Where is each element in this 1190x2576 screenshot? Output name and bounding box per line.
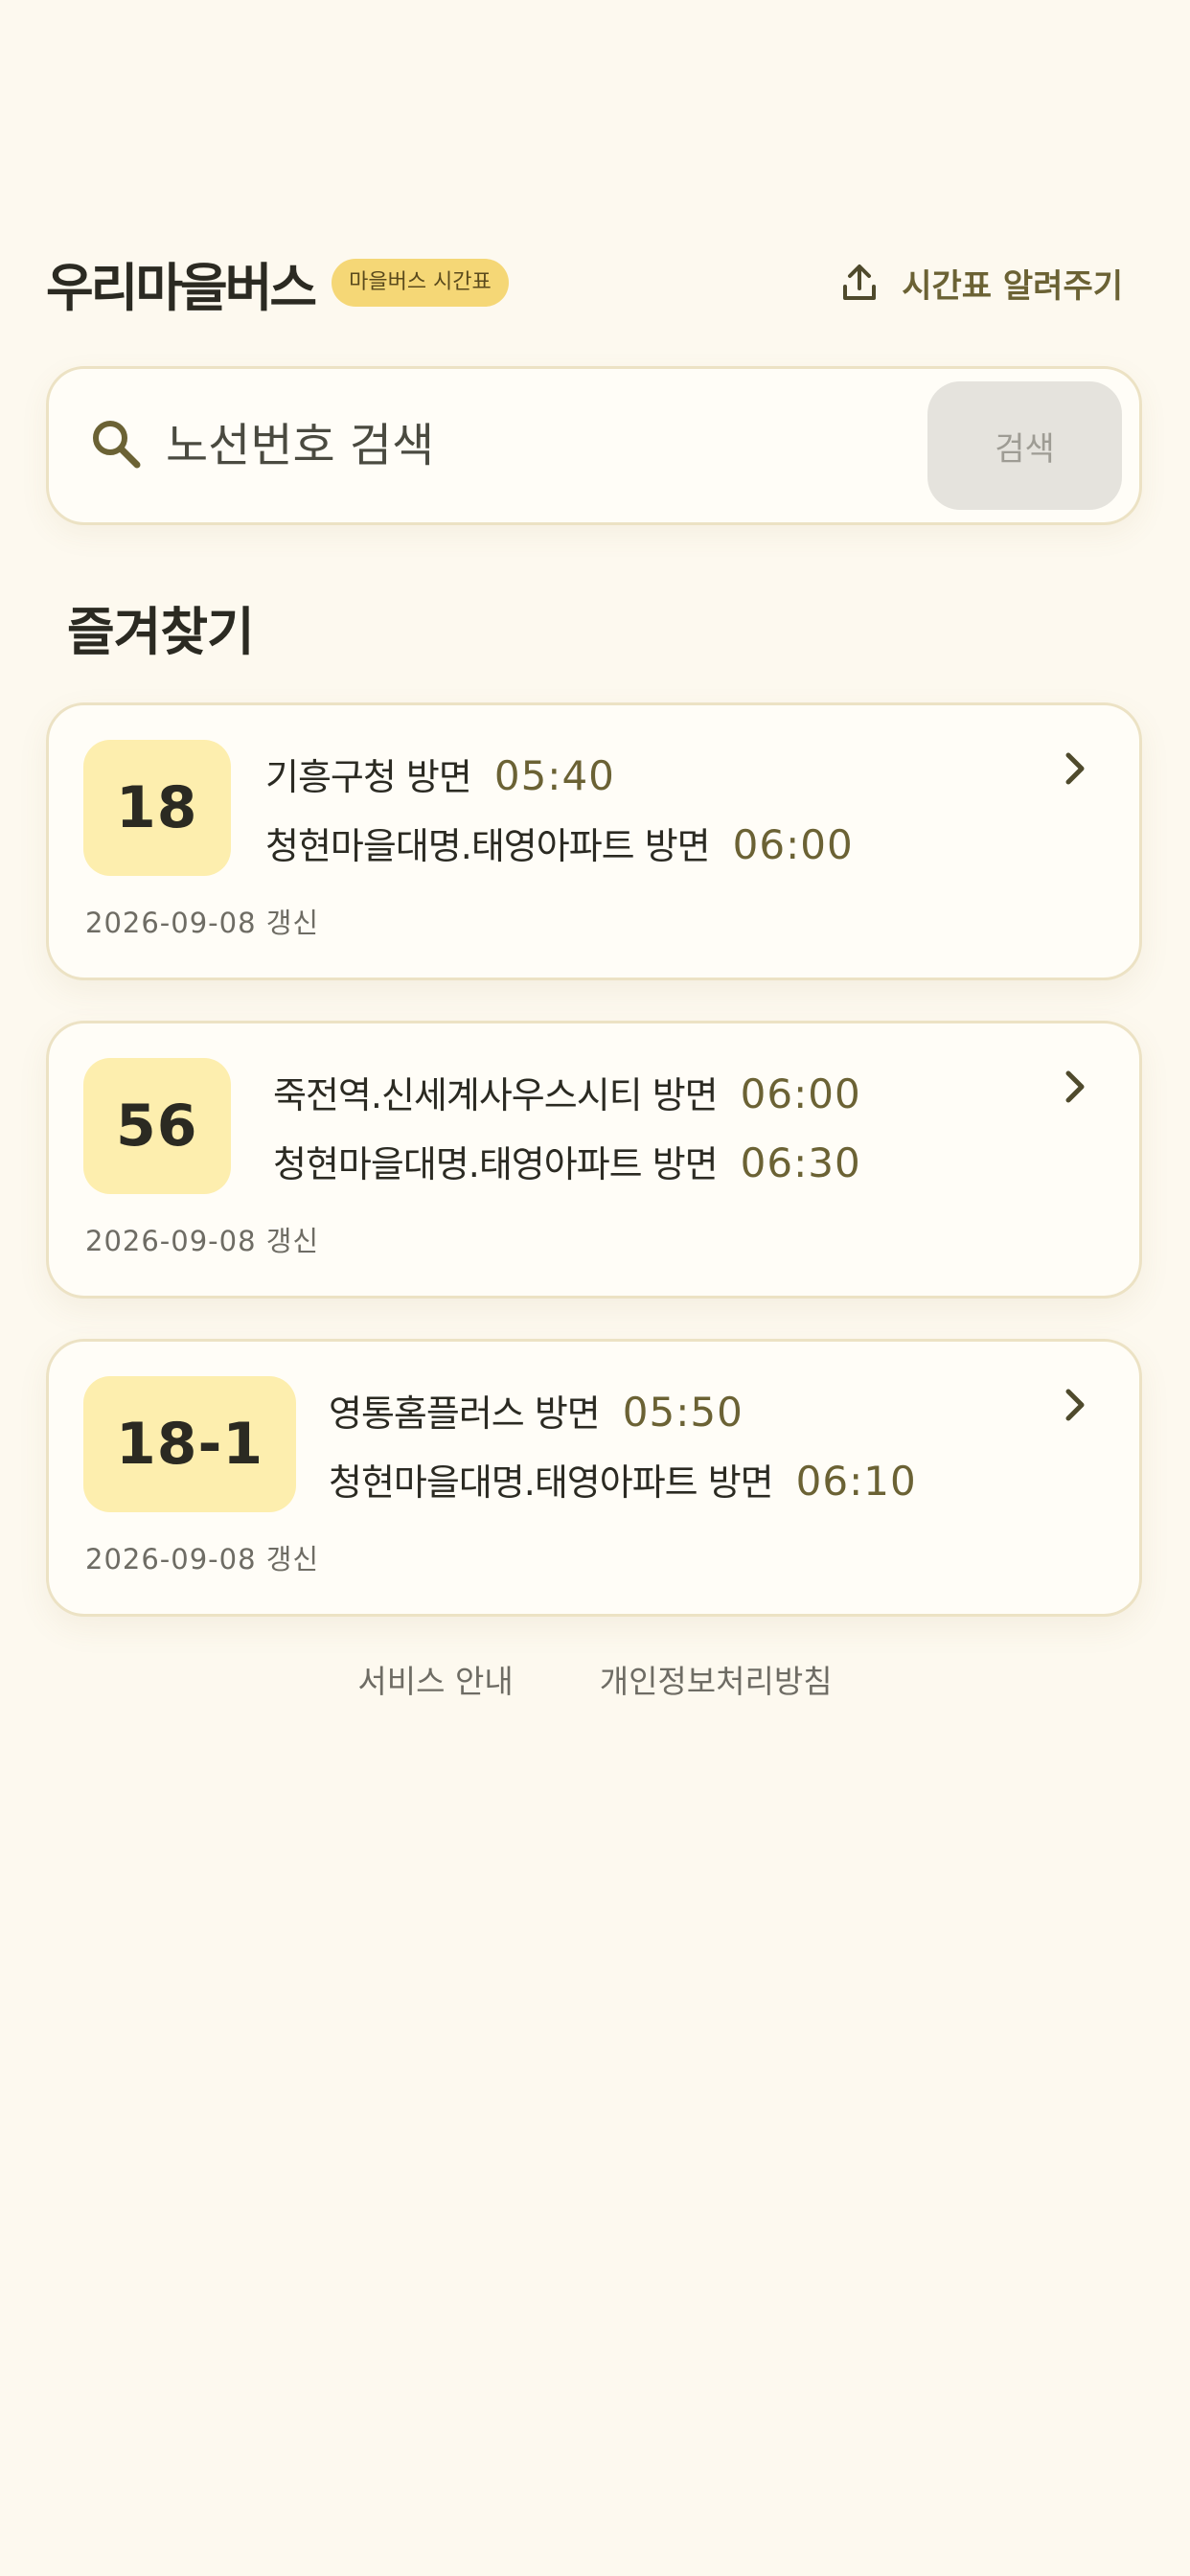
direction-row: 청현마을대명.태영아파트 방면 06:30 (273, 1135, 861, 1204)
direction-row: 죽전역.신세계사우스시티 방면 06:00 (273, 1066, 861, 1135)
privacy-policy-link[interactable]: 개인정보처리방침 (600, 1656, 833, 1702)
departure-time: 05:50 (622, 1389, 744, 1436)
chevron-right-icon (1064, 1388, 1086, 1426)
departure-time: 06:10 (795, 1458, 917, 1505)
brand: 우리마을버스 마을버스 시간표 (46, 245, 509, 321)
route-number-badge: 18 (83, 740, 231, 876)
upload-icon (842, 264, 877, 302)
direction-row: 영통홈플러스 방면 05:50 (329, 1384, 917, 1453)
route-number-badge: 18-1 (83, 1376, 297, 1512)
footer: 서비스 안내 개인정보처리방침 (0, 1656, 1190, 1702)
direction-name: 기흥구청 방면 (265, 756, 472, 798)
chevron-right-icon (1064, 1070, 1086, 1108)
direction-row: 기흥구청 방면 05:40 (265, 748, 854, 816)
route-search-input[interactable] (164, 397, 927, 494)
favorite-route-card[interactable]: 56 죽전역.신세계사우스시티 방면 06:00 청현마을대명.태영아파트 방면… (46, 1021, 1142, 1299)
favorite-route-card[interactable]: 18-1 영통홈플러스 방면 05:50 청현마을대명.태영아파트 방면 06:… (46, 1339, 1142, 1617)
search-button[interactable]: 검색 (927, 381, 1122, 510)
route-number-badge: 56 (83, 1058, 231, 1194)
direction-name: 청현마을대명.태영아파트 방면 (273, 1143, 719, 1185)
direction-row: 청현마을대명.태영아파트 방면 06:10 (329, 1453, 917, 1522)
direction-row: 청현마을대명.태영아파트 방면 06:00 (265, 816, 854, 886)
updated-date: 2026-09-08 갱신 (85, 1225, 320, 1257)
departure-time: 06:00 (740, 1070, 861, 1117)
service-info-link[interactable]: 서비스 안내 (357, 1656, 513, 1702)
search-icon (89, 417, 143, 474)
direction-name: 죽전역.신세계사우스시티 방면 (273, 1074, 719, 1116)
direction-name: 청현마을대명.태영아파트 방면 (265, 825, 711, 867)
departure-time: 06:30 (740, 1139, 861, 1186)
favorites-title: 즐겨찾기 (67, 602, 255, 662)
departure-time: 06:00 (732, 821, 854, 868)
route-directions: 죽전역.신세계사우스시티 방면 06:00 청현마을대명.태영아파트 방면 06… (273, 1066, 861, 1204)
app-title: 우리마을버스 (46, 257, 317, 318)
app-subtitle-badge: 마을버스 시간표 (332, 259, 509, 307)
departure-time: 05:40 (493, 752, 615, 799)
app-header: 우리마을버스 마을버스 시간표 시간표 알려주기 (46, 244, 1144, 321)
direction-name: 청현마을대명.태영아파트 방면 (329, 1461, 774, 1504)
share-timetable-button[interactable]: 시간표 알려주기 (842, 260, 1123, 307)
direction-name: 영통홈플러스 방면 (329, 1392, 601, 1435)
share-timetable-label: 시간표 알려주기 (902, 266, 1123, 306)
search-bar: 검색 (46, 366, 1142, 525)
favorite-route-card[interactable]: 18 기흥구청 방면 05:40 청현마을대명.태영아파트 방면 06:00 2… (46, 702, 1142, 980)
updated-date: 2026-09-08 갱신 (85, 907, 320, 939)
updated-date: 2026-09-08 갱신 (85, 1543, 320, 1576)
route-directions: 기흥구청 방면 05:40 청현마을대명.태영아파트 방면 06:00 (265, 748, 854, 886)
chevron-right-icon (1064, 751, 1086, 790)
route-directions: 영통홈플러스 방면 05:50 청현마을대명.태영아파트 방면 06:10 (329, 1384, 917, 1522)
